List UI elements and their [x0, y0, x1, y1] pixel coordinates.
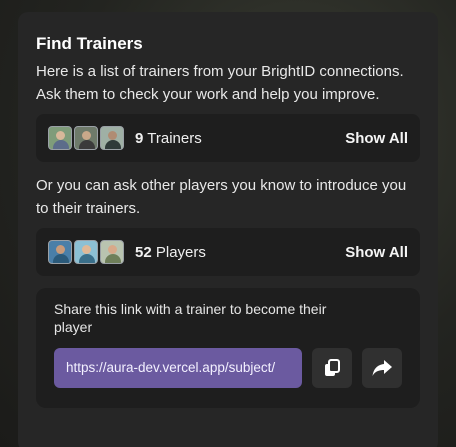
trainer-avatars — [48, 126, 124, 150]
avatar-head — [56, 245, 65, 254]
trainers-count: 9 Trainers — [135, 130, 202, 147]
share-link-row: https://aura-dev.vercel.app/subject/ — [54, 348, 402, 388]
avatar-head — [56, 131, 65, 140]
avatar-body — [53, 140, 69, 149]
avatar-head — [82, 245, 91, 254]
trainers-count-label: Trainers — [147, 129, 202, 147]
avatar-body — [105, 254, 121, 263]
avatar — [48, 126, 72, 150]
avatar-head — [108, 131, 117, 140]
players-description: Or you can ask other players you know to… — [36, 177, 407, 217]
players-count-number: 52 — [135, 243, 152, 261]
avatar-body — [53, 254, 69, 263]
find-trainers-card: Find Trainers Here is a list of trainers… — [18, 12, 438, 447]
avatar-body — [79, 140, 95, 149]
share-instructions: Share this link with a trainer to become… — [54, 301, 327, 335]
card-title: Find Trainers — [36, 34, 143, 53]
share-link-field[interactable]: https://aura-dev.vercel.app/subject/ — [54, 348, 302, 388]
share-link-panel: Share this link with a trainer to become… — [36, 288, 420, 408]
copy-icon — [325, 359, 340, 376]
avatar — [74, 126, 98, 150]
avatar — [48, 240, 72, 264]
share-icon — [372, 360, 392, 376]
players-show-all-button[interactable]: Show All — [345, 244, 408, 261]
trainers-count-number: 9 — [135, 129, 144, 147]
avatar-body — [79, 254, 95, 263]
players-row[interactable]: 52 Players Show All — [36, 228, 420, 276]
trainers-show-all-button[interactable]: Show All — [345, 130, 408, 147]
players-count: 52 Players — [135, 244, 206, 261]
avatar-head — [108, 245, 117, 254]
players-count-label: Players — [155, 243, 206, 261]
trainers-row[interactable]: 9 Trainers Show All — [36, 114, 420, 162]
avatar — [74, 240, 98, 264]
avatar-body — [105, 140, 121, 149]
avatar — [100, 240, 124, 264]
trainers-description: Here is a list of trainers from your Bri… — [36, 63, 404, 103]
copy-link-button[interactable] — [312, 348, 352, 388]
share-link-button[interactable] — [362, 348, 402, 388]
player-avatars — [48, 240, 124, 264]
avatar — [100, 126, 124, 150]
avatar-head — [82, 131, 91, 140]
